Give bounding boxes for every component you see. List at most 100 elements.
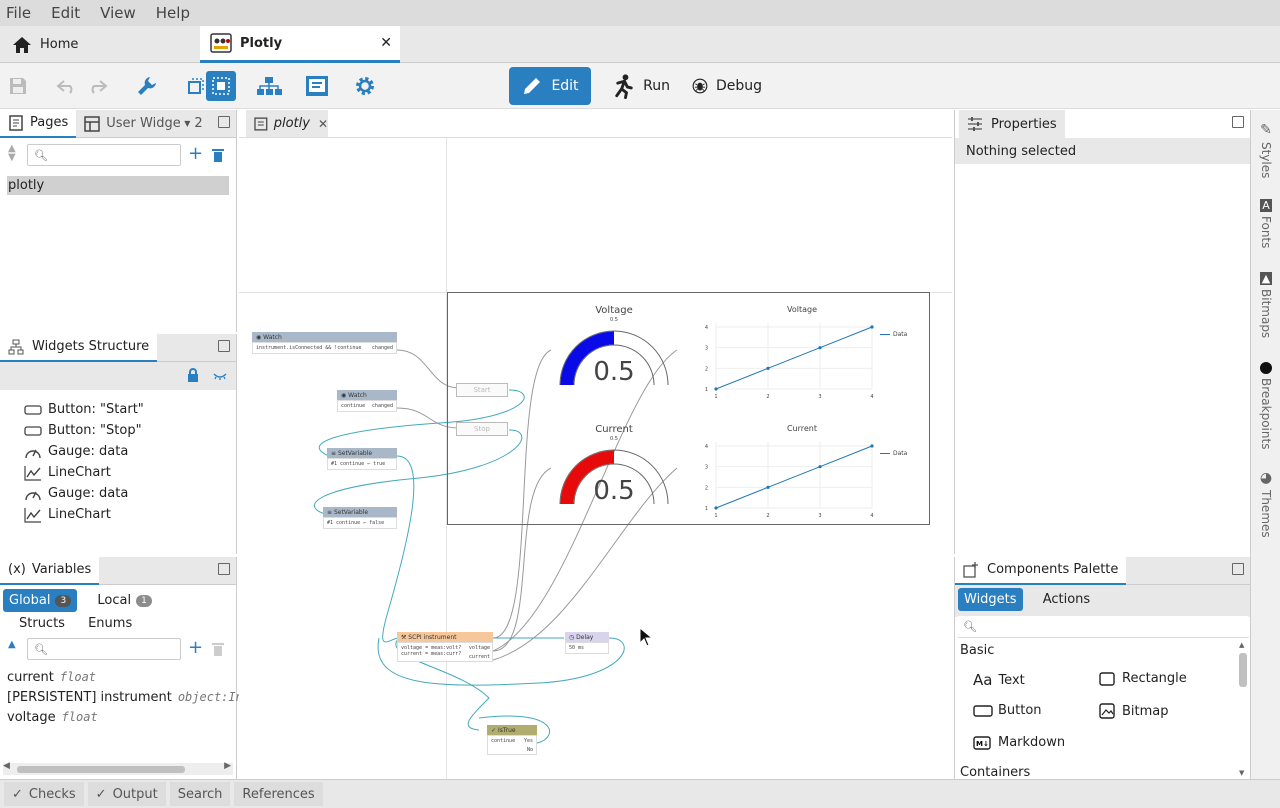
comment-icon[interactable] bbox=[302, 71, 332, 101]
save-icon[interactable] bbox=[3, 71, 33, 101]
istrue-node[interactable]: ✓ IsTrue continue Yes No bbox=[487, 725, 537, 755]
expand-icon[interactable] bbox=[1232, 116, 1244, 128]
settings-gear-icon[interactable] bbox=[350, 71, 380, 101]
expand-icon[interactable] bbox=[218, 563, 230, 575]
widgets-structure-header: Widgets Structure bbox=[0, 333, 236, 362]
add-variable-icon[interactable]: + bbox=[188, 637, 203, 658]
palette-item-markdown[interactable]: M↓ Markdown bbox=[973, 735, 1065, 750]
tree-item-linechart[interactable]: LineChart bbox=[0, 504, 236, 525]
tab-user-widgets[interactable]: User Widgets ▼ 2 bbox=[76, 110, 210, 138]
sort-up-icon[interactable]: ▲ bbox=[8, 639, 16, 650]
section-basic-label: Basic bbox=[960, 643, 995, 658]
tab-local[interactable]: Local 1 bbox=[91, 589, 157, 612]
tab-variables[interactable]: (x) Variables bbox=[0, 556, 100, 585]
tree-item-linechart[interactable]: LineChart bbox=[0, 462, 236, 483]
select-frame-icon[interactable] bbox=[206, 71, 236, 101]
tab-global[interactable]: Global 3 bbox=[3, 589, 78, 612]
tab-widgets[interactable]: Widgets bbox=[958, 588, 1023, 611]
chart-legend: Data bbox=[880, 331, 907, 338]
tab-components-palette[interactable]: Components Palette bbox=[955, 556, 1127, 585]
side-tab-breakpoints[interactable]: Breakpoints bbox=[1252, 358, 1280, 449]
tab-widgets-structure[interactable]: Widgets Structure bbox=[0, 333, 158, 362]
data-point bbox=[766, 366, 770, 370]
close-icon[interactable]: ✕ bbox=[318, 117, 328, 131]
tree-item-gauge[interactable]: Gauge: data bbox=[0, 441, 236, 462]
tree-item-button-start[interactable]: Button: "Start" bbox=[0, 399, 236, 420]
horizontal-scrollbar[interactable]: ◀ ▶ bbox=[3, 761, 233, 775]
debug-mode-button[interactable]: Debug bbox=[682, 67, 772, 105]
node-output-yes: Yes bbox=[523, 738, 533, 744]
tab-enums[interactable]: Enums bbox=[82, 612, 138, 635]
linechart-current[interactable]: Current 12341234 Data bbox=[688, 424, 918, 524]
variables-search-input[interactable]: 🔍︎ bbox=[27, 638, 181, 660]
redo-icon[interactable] bbox=[82, 71, 112, 101]
scpi-icon: ⚒ bbox=[401, 633, 409, 641]
output-tab[interactable]: ✓ Output bbox=[87, 782, 166, 806]
palette-item-button[interactable]: Button bbox=[973, 703, 1042, 718]
lock-icon[interactable] bbox=[187, 368, 199, 382]
tab-pages[interactable]: Pages bbox=[0, 109, 77, 138]
scpi-instrument-node[interactable]: ⚒ SCPI instrument voltage = meas:volt? c… bbox=[397, 632, 493, 662]
tab-actions[interactable]: Actions bbox=[1037, 588, 1097, 611]
references-tab[interactable]: References bbox=[234, 782, 323, 806]
expand-icon[interactable] bbox=[218, 116, 230, 128]
components-palette-panel: Components Palette Widgets Actions 🔍︎ Ba… bbox=[954, 556, 1250, 779]
editor-canvas[interactable]: ◉ Watch instrument.isConnected && !conti… bbox=[239, 138, 952, 779]
editor-tab-plotly[interactable]: plotly ✕ bbox=[246, 110, 328, 137]
edit-mode-button[interactable]: Edit bbox=[509, 67, 591, 105]
variable-row[interactable]: [PERSISTENT] instrument object:Ins bbox=[7, 687, 250, 707]
linechart-voltage[interactable]: Voltage 12341234 Data bbox=[688, 305, 918, 405]
chevron-down-icon[interactable]: ▼ bbox=[184, 119, 190, 128]
checks-tab[interactable]: ✓ Checks bbox=[4, 782, 84, 806]
menu-view[interactable]: View bbox=[100, 4, 136, 22]
setvariable-node[interactable]: ≡ SetVariable #1 continue ← false bbox=[323, 507, 397, 529]
delete-icon[interactable] bbox=[212, 148, 224, 162]
palette-item-bitmap[interactable]: Bitmap bbox=[1099, 703, 1169, 719]
expand-icon[interactable] bbox=[218, 340, 230, 352]
tab-home[interactable]: Home bbox=[0, 26, 200, 63]
gauge-current[interactable]: Current 0.5 0.5 bbox=[554, 424, 674, 524]
tab-properties[interactable]: Properties bbox=[959, 110, 1065, 138]
tree-item-button-stop[interactable]: Button: "Stop" bbox=[0, 420, 236, 441]
watch-node[interactable]: ◉ Watch instrument.isConnected && !conti… bbox=[252, 332, 397, 354]
side-tab-bitmaps[interactable]: ▲ Bitmaps bbox=[1252, 268, 1280, 338]
close-icon[interactable]: ✕ bbox=[380, 35, 392, 51]
hierarchy-icon[interactable] bbox=[254, 71, 284, 101]
sort-icon[interactable]: ▲ ▼ bbox=[8, 144, 16, 163]
page-list-item[interactable]: plotly bbox=[7, 176, 229, 195]
tab-user-widgets-label: User Widgets bbox=[106, 116, 181, 131]
side-tab-fonts[interactable]: A Fonts bbox=[1252, 195, 1280, 248]
setvariable-node[interactable]: ≡ SetVariable #1 continue ← true bbox=[327, 448, 397, 470]
watch-node[interactable]: ◉ Watch continue changed bbox=[337, 390, 397, 412]
page-icon bbox=[254, 116, 268, 131]
pages-search-input[interactable]: 🔍︎ bbox=[27, 144, 181, 166]
run-mode-button[interactable]: Run bbox=[600, 67, 680, 105]
gauge-voltage[interactable]: Voltage 0.5 0.5 bbox=[554, 305, 674, 405]
wrench-icon[interactable] bbox=[132, 71, 162, 101]
variable-row[interactable]: voltage float bbox=[7, 707, 236, 727]
tree-item-gauge[interactable]: Gauge: data bbox=[0, 483, 236, 504]
undo-icon[interactable] bbox=[52, 71, 82, 101]
menu-bar: File Edit View Help bbox=[0, 0, 1280, 26]
side-tab-styles[interactable]: ✎ Styles bbox=[1252, 118, 1280, 178]
data-point bbox=[766, 485, 770, 489]
menu-help[interactable]: Help bbox=[156, 4, 190, 22]
palette-item-text[interactable]: Aa Text bbox=[973, 671, 1025, 689]
menu-edit[interactable]: Edit bbox=[51, 4, 80, 22]
palette-search-input[interactable]: 🔍︎ bbox=[957, 616, 1249, 638]
delete-icon[interactable] bbox=[212, 642, 224, 656]
tab-structs[interactable]: Structs bbox=[13, 612, 71, 635]
node-output: current bbox=[468, 654, 490, 660]
page-frame: Voltage 0.5 0.5 Current 0.5 0.5 Voltage … bbox=[447, 292, 930, 525]
tab-plotly[interactable]: Plotly ✕ bbox=[200, 26, 400, 63]
search-tab[interactable]: Search bbox=[169, 782, 231, 806]
menu-file[interactable]: File bbox=[6, 4, 31, 22]
add-page-icon[interactable]: + bbox=[188, 143, 203, 164]
eye-hidden-icon[interactable] bbox=[213, 371, 227, 381]
expand-icon[interactable] bbox=[1232, 563, 1244, 575]
palette-scrollbar[interactable]: ▲ ▼ bbox=[1237, 641, 1249, 777]
delay-node[interactable]: ◷ Delay 50 ms bbox=[565, 632, 609, 654]
variable-row[interactable]: current float bbox=[7, 667, 236, 687]
side-tab-themes[interactable]: ◕ Themes bbox=[1252, 466, 1280, 538]
palette-item-rectangle[interactable]: Rectangle bbox=[1099, 671, 1187, 686]
